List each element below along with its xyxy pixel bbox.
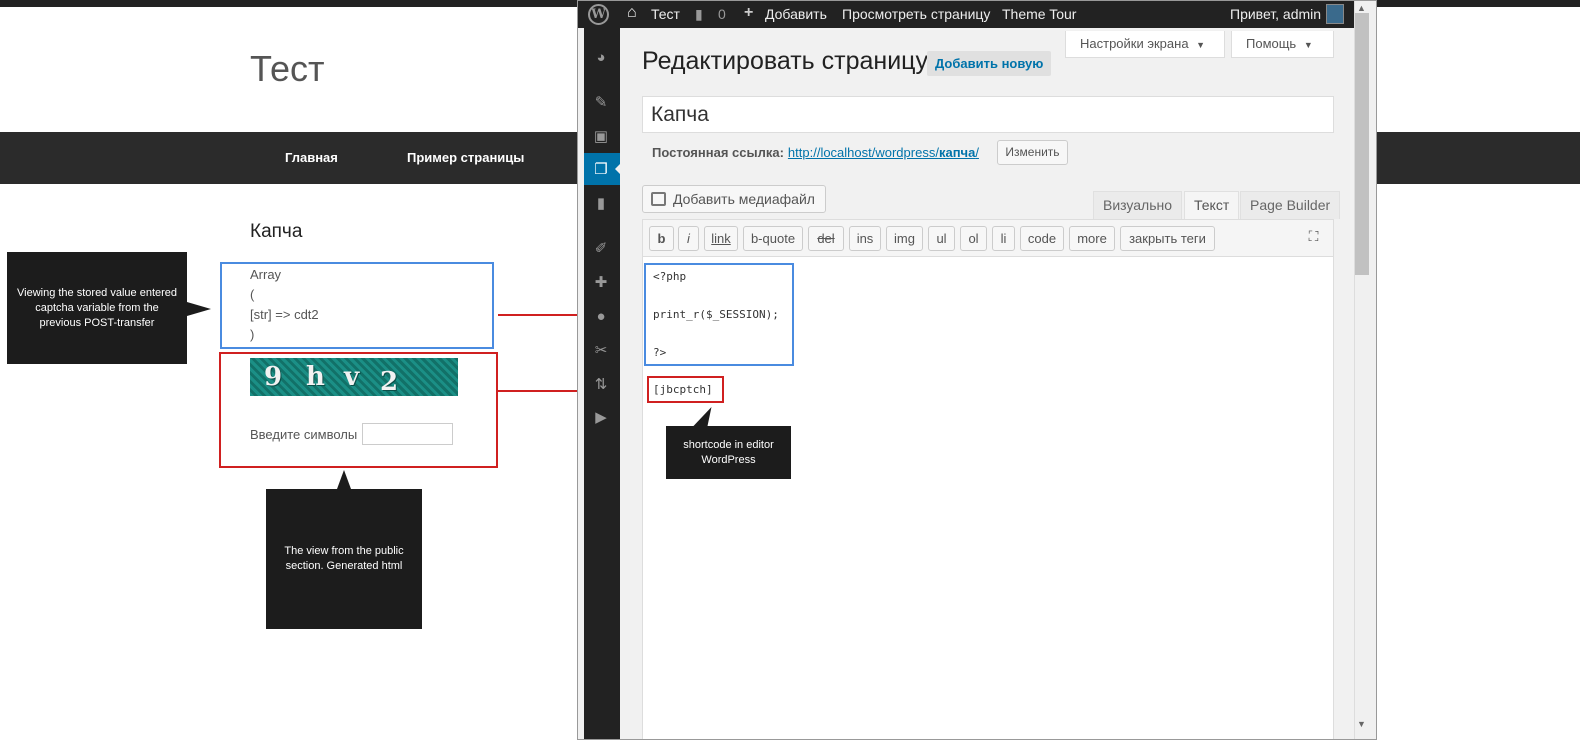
permalink-link[interactable]: http://localhost/wordpress/капча/ (788, 145, 979, 160)
quicktag-b[interactable]: b (649, 226, 674, 251)
appearance-icon[interactable]: ✐ (592, 240, 610, 258)
media-icon (651, 192, 666, 206)
help-label: Помощь (1246, 36, 1297, 51)
permalink-row: Постоянная ссылка: http://localhost/wordp… (652, 145, 979, 160)
play-icon[interactable]: ▶ (592, 409, 610, 427)
public-view-callout-text: The view from the public section. Genera… (284, 545, 404, 572)
plus-icon: + (744, 4, 754, 21)
post-title-input[interactable] (642, 96, 1334, 133)
session-callout: Viewing the stored value entered captcha… (7, 252, 187, 364)
quicktag-code[interactable]: code (1020, 226, 1064, 251)
quicktag-ol[interactable]: ol (960, 226, 987, 251)
permalink-slug: капча (938, 145, 976, 160)
admin-window: W ⌂ Тест ▮ 0 + Добавить Просмотреть стра… (577, 0, 1377, 740)
screen-options-label: Настройки экрана (1080, 36, 1189, 51)
session-output-highlight (220, 262, 494, 349)
permalink-base: http://localhost/wordpress/ (787, 145, 939, 160)
nav-item-sample-page[interactable]: Пример страницы (407, 150, 524, 165)
add-media-button[interactable]: Добавить медиафайл (642, 185, 826, 213)
home-icon: ⌂ (627, 4, 637, 21)
admin-bar-view-page[interactable]: Просмотреть страницу (842, 6, 990, 22)
quicktag-i[interactable]: i (678, 226, 699, 251)
change-permalink-button[interactable]: Изменить (997, 140, 1068, 165)
chevron-down-icon: ▼ (1196, 40, 1206, 50)
admin-bar-greeting[interactable]: Привет, admin (1230, 6, 1321, 22)
admin-bar: W ⌂ Тест ▮ 0 + Добавить Просмотреть стра… (578, 1, 1354, 28)
page-heading: Редактировать страницу (642, 47, 928, 75)
admin-bar-site-name[interactable]: Тест (651, 6, 680, 22)
quicktag-b-quote[interactable]: b-quote (743, 226, 803, 251)
quicktag-li[interactable]: li (992, 226, 1015, 251)
tab-visual[interactable]: Визуально (1093, 191, 1183, 219)
shortcode-callout: shortcode in editor WordPress (666, 426, 791, 479)
session-callout-text: Viewing the stored value entered captcha… (17, 286, 178, 329)
quicktag-img[interactable]: img (886, 226, 923, 251)
tab-page-builder[interactable]: Page Builder (1240, 191, 1341, 219)
scroll-up-arrow-icon[interactable]: ▲ (1357, 3, 1366, 13)
plugins-icon[interactable]: ✚ (592, 274, 610, 292)
wordpress-logo-icon[interactable]: W (588, 4, 609, 25)
tab-text[interactable]: Текст (1184, 191, 1240, 219)
admin-bar-add-new[interactable]: Добавить (765, 6, 827, 22)
editor-toolbar: b i link b-quote del ins img ul ol li co… (642, 219, 1334, 256)
quicktag-ins[interactable]: ins (849, 226, 881, 251)
comments-icon[interactable]: ▮ (592, 195, 610, 213)
screen-options-button[interactable]: Настройки экрана ▼ (1065, 31, 1225, 58)
quicktag-del[interactable]: del (808, 226, 844, 251)
help-button[interactable]: Помощь ▼ (1231, 31, 1334, 58)
fullscreen-icon[interactable]: ⛶ (1306, 229, 1321, 244)
dashboard-icon[interactable]: ◕ (592, 49, 610, 67)
page-title: Капча (250, 221, 303, 242)
comment-icon[interactable]: ▮ (695, 6, 703, 23)
nav-item-home[interactable]: Главная (285, 150, 338, 165)
permalink-end: / (975, 145, 979, 160)
pin-icon[interactable]: ✎ (592, 94, 610, 112)
chevron-down-icon: ▼ (1303, 40, 1313, 50)
quicktag-more[interactable]: more (1069, 226, 1115, 251)
php-code-highlight (644, 263, 794, 366)
scroll-down-arrow-icon[interactable]: ▼ (1357, 719, 1366, 729)
quicktag-link[interactable]: link (704, 226, 738, 251)
users-icon[interactable]: ● (592, 308, 610, 326)
shortcode-highlight (647, 376, 724, 403)
shortcode-callout-text: shortcode in editor WordPress (683, 438, 774, 466)
quicktag-ul[interactable]: ul (928, 226, 955, 251)
comments-count[interactable]: 0 (718, 6, 726, 22)
add-media-label: Добавить медиафайл (673, 191, 815, 207)
public-view-callout: The view from the public section. Genera… (266, 489, 422, 629)
admin-bar-theme-tour[interactable]: Theme Tour (1002, 6, 1076, 22)
avatar[interactable] (1326, 4, 1344, 24)
admin-side-menu: ◕ ✎ ▣ ❐ ▮ ✐ ✚ ● ✂ ⇅ ▶ (584, 28, 621, 739)
add-new-page-button[interactable]: Добавить новую (927, 51, 1052, 76)
tools-icon[interactable]: ✂ (592, 342, 610, 360)
site-title[interactable]: Тест (250, 48, 324, 90)
permalink-label: Постоянная ссылка: (652, 145, 784, 160)
callout-pointer (187, 302, 211, 316)
quicktag-close-tags[interactable]: закрыть теги (1120, 226, 1215, 251)
captcha-form-highlight (219, 352, 498, 468)
pages-icon[interactable]: ❐ (592, 161, 610, 179)
media-icon[interactable]: ▣ (592, 128, 610, 146)
settings-icon[interactable]: ⇅ (592, 376, 610, 394)
callout-pointer (337, 470, 351, 489)
scrollbar-thumb[interactable] (1355, 13, 1369, 275)
